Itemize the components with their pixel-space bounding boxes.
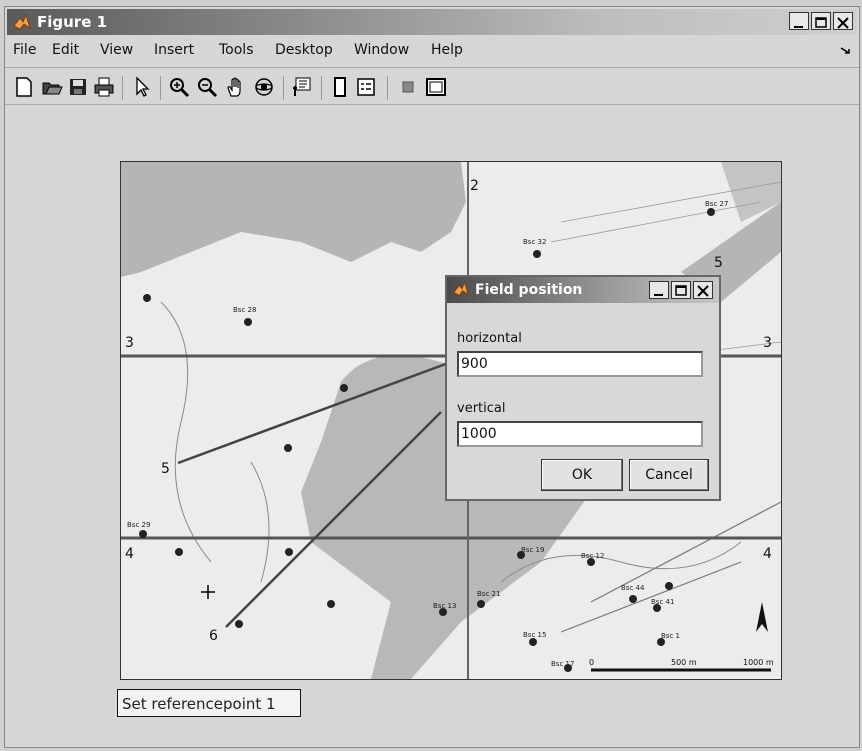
minimize-button[interactable] xyxy=(789,12,809,30)
legend-icon[interactable] xyxy=(355,76,377,98)
window-title: Figure 1 xyxy=(37,13,108,31)
hide-plot-tools-icon[interactable] xyxy=(397,76,419,98)
station-point xyxy=(629,595,637,603)
menu-tools[interactable]: Tools xyxy=(219,42,254,58)
save-icon[interactable] xyxy=(67,76,89,98)
field-position-dialog: Field position horizontal 900 vertical 1… xyxy=(445,275,721,501)
grid-label-6: 6 xyxy=(209,628,218,644)
matlab-icon xyxy=(13,13,31,30)
station-label: Bsc 21 xyxy=(477,590,500,598)
maximize-button[interactable] xyxy=(811,12,831,30)
station-point xyxy=(340,384,348,392)
vertical-label: vertical xyxy=(457,401,506,416)
station-point xyxy=(139,530,147,538)
grid-label-4-left: 4 xyxy=(125,546,134,562)
pan-hand-icon[interactable] xyxy=(225,76,247,98)
ok-button[interactable]: OK xyxy=(541,459,623,491)
grid-label-3-left: 3 xyxy=(125,335,134,351)
horizontal-input[interactable]: 900 xyxy=(457,351,703,377)
menu-file[interactable]: File xyxy=(13,42,36,58)
vertical-input[interactable]: 1000 xyxy=(457,421,703,447)
dialog-title-bar: Field position xyxy=(447,277,719,303)
menu-desktop[interactable]: Desktop xyxy=(275,42,333,58)
station-point xyxy=(284,444,292,452)
menu-window[interactable]: Window xyxy=(354,42,409,58)
maximize-icon xyxy=(675,285,687,296)
dock-arrow-icon[interactable] xyxy=(839,46,853,56)
dialog-minimize-button[interactable] xyxy=(649,281,669,299)
colorbar-icon[interactable] xyxy=(329,76,351,98)
title-bar: Figure 1 xyxy=(7,9,857,35)
figure-window: Figure 1 File Edit View Insert Tools Des… xyxy=(4,6,860,748)
horizontal-label: horizontal xyxy=(457,331,522,346)
station-point xyxy=(327,600,335,608)
minimize-icon xyxy=(654,294,663,296)
station-point xyxy=(533,250,541,258)
station-point xyxy=(707,208,715,216)
station-label: Bsc 29 xyxy=(127,521,150,529)
menu-edit[interactable]: Edit xyxy=(52,42,79,58)
station-point xyxy=(529,638,537,646)
menu-bar: File Edit View Insert Tools Desktop Wind… xyxy=(5,37,859,63)
menu-help[interactable]: Help xyxy=(431,42,463,58)
station-label: Bsc 32 xyxy=(523,238,546,246)
grid-label-4-right: 4 xyxy=(763,546,772,562)
rotate-3d-icon[interactable] xyxy=(253,76,275,98)
maximize-icon xyxy=(815,17,827,28)
station-label: Bsc 1 xyxy=(661,632,680,640)
station-point xyxy=(665,582,673,590)
station-point xyxy=(235,620,243,628)
menu-insert[interactable]: Insert xyxy=(154,42,194,58)
station-label: Bsc 28 xyxy=(233,306,256,314)
zoom-out-icon[interactable] xyxy=(196,76,218,98)
station-label: Bsc 44 xyxy=(621,584,645,592)
status-text: Set referencepoint 1 xyxy=(117,689,301,717)
station-point xyxy=(477,600,485,608)
close-icon xyxy=(697,285,709,297)
station-label: Bsc 27 xyxy=(705,200,728,208)
grid-label-5: 5 xyxy=(161,461,170,477)
station-label: Bsc 13 xyxy=(433,602,456,610)
show-plot-tools-icon[interactable] xyxy=(425,76,447,98)
station-label: Bsc 12 xyxy=(581,552,604,560)
scalebar-start: 0 xyxy=(589,658,594,667)
cancel-button[interactable]: Cancel xyxy=(629,459,709,491)
grid-label-5-right: 5 xyxy=(714,255,723,271)
dialog-title: Field position xyxy=(475,282,583,298)
scalebar-end: 1000 m xyxy=(743,658,774,667)
grid-label-3-right: 3 xyxy=(763,335,772,351)
close-icon xyxy=(837,17,849,29)
zoom-in-icon[interactable] xyxy=(168,76,190,98)
pointer-icon[interactable] xyxy=(131,76,153,98)
dialog-maximize-button[interactable] xyxy=(671,281,691,299)
scalebar-mid: 500 m xyxy=(671,658,697,667)
station-label: Bsc 15 xyxy=(523,631,546,639)
print-icon[interactable] xyxy=(93,76,115,98)
open-file-icon[interactable] xyxy=(41,76,63,98)
menu-view[interactable]: View xyxy=(100,42,133,58)
close-button[interactable] xyxy=(833,12,853,30)
new-file-icon[interactable] xyxy=(13,76,35,98)
matlab-icon xyxy=(453,281,469,296)
minimize-icon xyxy=(794,26,803,28)
toolbar xyxy=(5,67,859,105)
station-point xyxy=(143,294,151,302)
station-label: Bsc 17 xyxy=(551,660,574,668)
station-label: Bsc 19 xyxy=(521,546,544,554)
data-cursor-icon[interactable] xyxy=(291,76,313,98)
station-point xyxy=(175,548,183,556)
grid-label-2: 2 xyxy=(470,178,479,194)
station-label: Bsc 41 xyxy=(651,598,674,606)
station-point xyxy=(285,548,293,556)
dialog-close-button[interactable] xyxy=(693,281,713,299)
station-point xyxy=(244,318,252,326)
